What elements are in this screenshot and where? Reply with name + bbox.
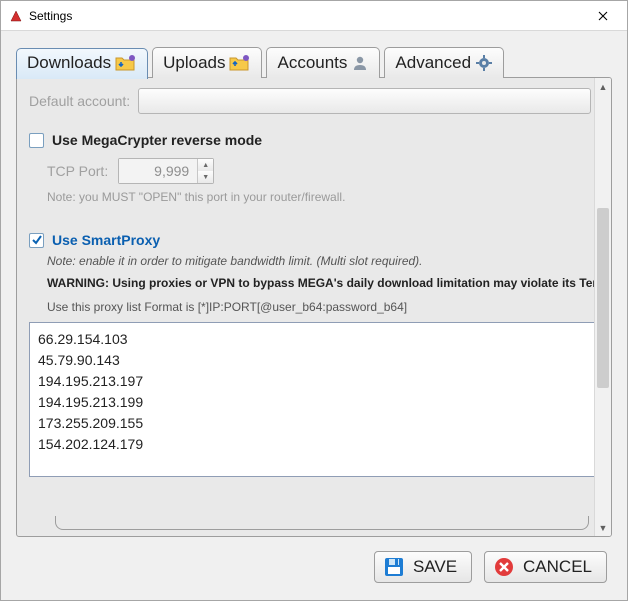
cancel-icon: [493, 556, 515, 578]
save-label: SAVE: [413, 557, 457, 577]
dialog-footer: SAVE CANCEL: [1, 537, 627, 599]
tab-uploads[interactable]: Uploads: [152, 47, 262, 78]
settings-window: Settings Downloads Uploads Accounts: [0, 0, 628, 601]
spinner-up-icon[interactable]: ▲: [198, 159, 213, 171]
tab-content: Default account: Use MegaCrypter reverse…: [16, 77, 612, 537]
tcp-port-label: TCP Port:: [47, 163, 108, 179]
proxy-list-textarea[interactable]: 66.29.154.103 45.79.90.143 194.195.213.1…: [29, 322, 599, 477]
scroll-thumb[interactable]: [597, 208, 609, 388]
smartproxy-note: Note: enable it in order to mitigate ban…: [47, 254, 599, 268]
scroll-down-icon[interactable]: ▼: [595, 519, 611, 536]
user-icon: [351, 54, 369, 72]
tab-label: Accounts: [277, 53, 347, 73]
tab-label: Downloads: [27, 53, 111, 73]
folder-download-icon: [115, 54, 137, 72]
close-button[interactable]: [580, 2, 626, 30]
app-icon: [9, 9, 23, 23]
tabs-bar: Downloads Uploads Accounts Advanced: [1, 31, 627, 77]
window-title: Settings: [29, 9, 72, 23]
smartproxy-warning: WARNING: Using proxies or VPN to bypass …: [47, 276, 599, 290]
default-account-label: Default account:: [29, 93, 130, 109]
save-icon: [383, 556, 405, 578]
save-button[interactable]: SAVE: [374, 551, 472, 583]
proxy-format-hint: Use this proxy list Format is [*]IP:PORT…: [47, 300, 599, 314]
megacrypter-checkbox[interactable]: [29, 133, 44, 148]
spinner-down-icon[interactable]: ▼: [198, 171, 213, 183]
cancel-label: CANCEL: [523, 557, 592, 577]
port-note: Note: you MUST "OPEN" this port in your …: [47, 190, 599, 204]
scrollbar[interactable]: ▲ ▼: [594, 78, 611, 536]
smartproxy-label: Use SmartProxy: [52, 232, 160, 248]
cancel-button[interactable]: CANCEL: [484, 551, 607, 583]
tcp-port-input[interactable]: [119, 159, 197, 183]
scroll-up-icon[interactable]: ▲: [595, 78, 611, 95]
groupbox-border: [55, 516, 589, 530]
tab-downloads[interactable]: Downloads: [16, 48, 148, 79]
folder-upload-icon: [229, 54, 251, 72]
tab-label: Uploads: [163, 53, 225, 73]
megacrypter-label: Use MegaCrypter reverse mode: [52, 132, 262, 148]
smartproxy-checkbox[interactable]: [29, 233, 44, 248]
tcp-port-spinner[interactable]: ▲ ▼: [118, 158, 214, 184]
gear-icon: [475, 54, 493, 72]
default-account-dropdown[interactable]: [138, 88, 591, 114]
tab-label: Advanced: [395, 53, 471, 73]
tab-accounts[interactable]: Accounts: [266, 47, 380, 78]
tab-advanced[interactable]: Advanced: [384, 47, 504, 78]
titlebar: Settings: [1, 1, 627, 31]
